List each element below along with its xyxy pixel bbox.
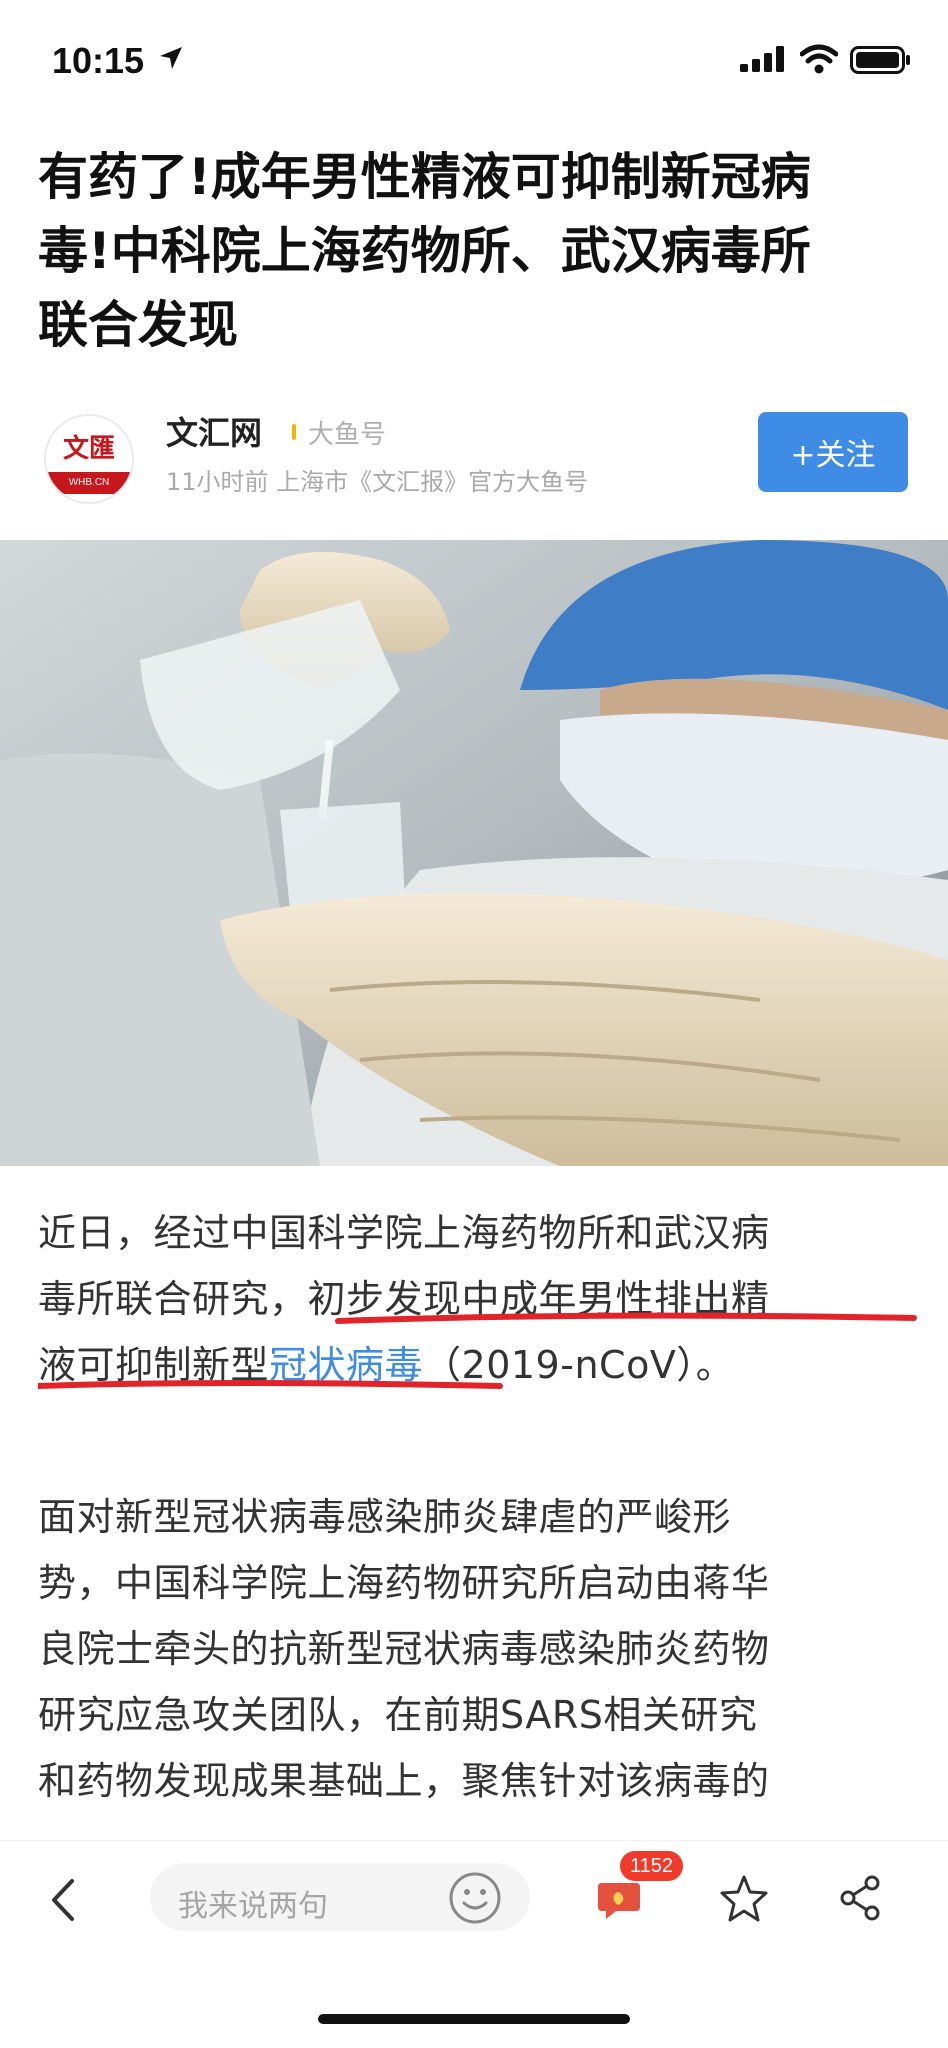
text-line: 液可抑制新型冠状病毒（2019-nCoV）。 [38, 1332, 770, 1398]
logo-band: WHB.CN [46, 472, 132, 494]
author-name[interactable]: 文汇网 [166, 408, 262, 454]
home-indicator [318, 2014, 630, 2024]
text-segment: （2019-nCoV）。 [423, 1343, 735, 1387]
share-icon[interactable] [836, 1873, 886, 1923]
paragraph: 面对新型冠状病毒感染肺炎肆虐的严峻形 势，中国科学院上海药物研究所启动由蒋华 良… [38, 1484, 770, 1814]
signal-icon [740, 46, 784, 72]
location-arrow-icon [160, 47, 182, 69]
emoji-icon[interactable] [448, 1871, 502, 1925]
text-line: 和药物发现成果基础上，聚焦针对该病毒的 [38, 1759, 770, 1803]
text-segment: 毒所联合研究， [38, 1277, 308, 1321]
author-avatar[interactable]: 文匯 WHB.CN [44, 414, 134, 504]
comment-count-badge: 1152 [620, 1851, 684, 1881]
hero-image [0, 540, 948, 1166]
paragraph: 近日，经过中国科学院上海药物所和武汉病 毒所联合研究，初步发现中成年男性排出精 … [38, 1200, 770, 1398]
title-line: 有药了!成年男性精液可抑制新冠病 [38, 148, 811, 206]
text-line: 良院士牵头的抗新型冠状病毒感染肺炎药物 [38, 1627, 770, 1671]
text-line: 面对新型冠状病毒感染肺炎肆虐的严峻形 [38, 1495, 732, 1539]
highlighted-text: 初步发现中成年男性排出精 [307, 1277, 770, 1321]
text-line: 势，中国科学院上海药物研究所启动由蒋华 [38, 1561, 770, 1605]
author-row: 文匯 WHB.CN 文汇网 大鱼号 11小时前 上海市《文汇报》官方大鱼号 +关… [0, 400, 948, 510]
follow-button[interactable]: +关注 [758, 412, 908, 492]
logo-text: 文匯 [62, 434, 115, 464]
bottom-toolbar: 我来说两句 1152 [0, 1840, 948, 1961]
status-bar: 10:15 [0, 0, 948, 120]
verified-dot-icon [292, 424, 296, 440]
author-tag: 大鱼号 [308, 420, 387, 450]
text-segment: 液可抑制新型 [38, 1343, 270, 1387]
comments-icon[interactable] [596, 1875, 646, 1925]
title-line: 联合发现 [38, 296, 238, 354]
wifi-icon [800, 44, 838, 74]
title-line: 毒!中科院上海药物所、武汉病毒所 [38, 222, 811, 280]
text-line: 研究应急攻关团队，在前期SARS相关研究 [38, 1693, 758, 1737]
article-title: 有药了!成年男性精液可抑制新冠病 毒!中科院上海药物所、武汉病毒所 联合发现 [38, 140, 918, 362]
lab-photo-image [0, 540, 948, 1166]
battery-icon [850, 46, 910, 74]
comment-placeholder[interactable]: 我来说两句 [178, 1881, 328, 1925]
text-line: 毒所联合研究，初步发现中成年男性排出精 [38, 1266, 770, 1332]
author-meta: 11小时前 上海市《文汇报》官方大鱼号 [166, 468, 589, 496]
text-line: 近日，经过中国科学院上海药物所和武汉病 [38, 1211, 770, 1255]
keyword-link[interactable]: 冠状病毒 [269, 1343, 423, 1387]
back-icon[interactable] [46, 1877, 78, 1923]
star-icon[interactable] [718, 1873, 770, 1925]
status-time: 10:15 [52, 40, 145, 81]
